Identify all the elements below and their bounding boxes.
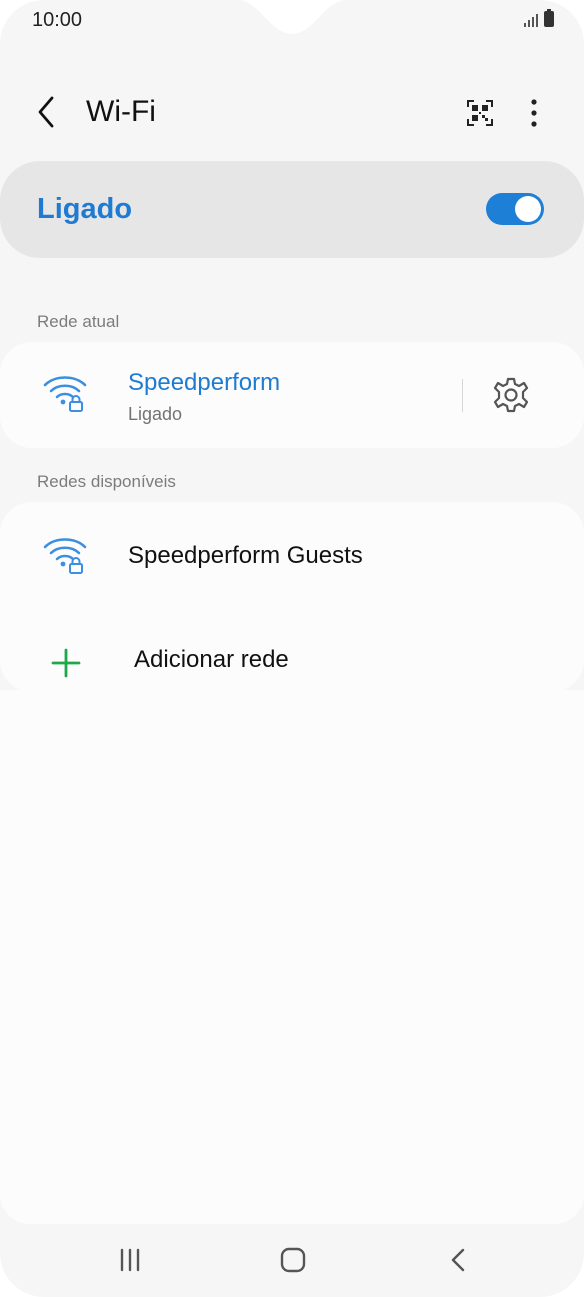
content-area: [0, 690, 584, 1224]
more-options-icon[interactable]: [520, 97, 548, 129]
master-switch-label: Ligado: [37, 193, 133, 225]
status-bar: 10:00: [0, 0, 584, 44]
recents-icon[interactable]: [108, 1238, 152, 1282]
available-networks-header: Redes disponíveis: [37, 472, 176, 491]
wifi-secured-icon: [43, 538, 87, 574]
qr-code-icon[interactable]: [464, 97, 496, 129]
status-time: 10:00: [32, 9, 83, 31]
current-network-name: Speedperform: [128, 369, 281, 396]
wifi-toggle[interactable]: [486, 193, 544, 225]
status-icons: [524, 9, 554, 27]
current-network-header: Rede atual: [37, 312, 120, 331]
row-divider: [462, 379, 463, 412]
current-network-status: Ligado: [128, 404, 183, 424]
battery-icon: [544, 9, 554, 27]
available-networks-card: Speedperform Guests Adicionar rede: [0, 502, 584, 692]
available-network-row[interactable]: Speedperform Guests: [0, 502, 584, 608]
back-nav-icon[interactable]: [436, 1238, 480, 1282]
device-screen: 10:00 Wi-Fi Ligado Rede atual Speedperfo…: [0, 0, 584, 1297]
available-network-name: Speedperform Guests: [128, 542, 363, 569]
wifi-secured-icon: [43, 376, 87, 412]
gear-icon[interactable]: [491, 375, 531, 415]
back-icon[interactable]: [30, 94, 64, 130]
page-title: Wi-Fi: [86, 95, 156, 128]
navigation-bar: [0, 1222, 584, 1297]
toggle-knob: [515, 196, 541, 222]
add-network-label: Adicionar rede: [134, 646, 289, 673]
current-network-card: Speedperform Ligado: [0, 342, 584, 448]
signal-icon: [524, 11, 538, 27]
plus-icon: [51, 648, 81, 678]
home-icon[interactable]: [271, 1238, 315, 1282]
app-bar: Wi-Fi: [0, 80, 584, 144]
